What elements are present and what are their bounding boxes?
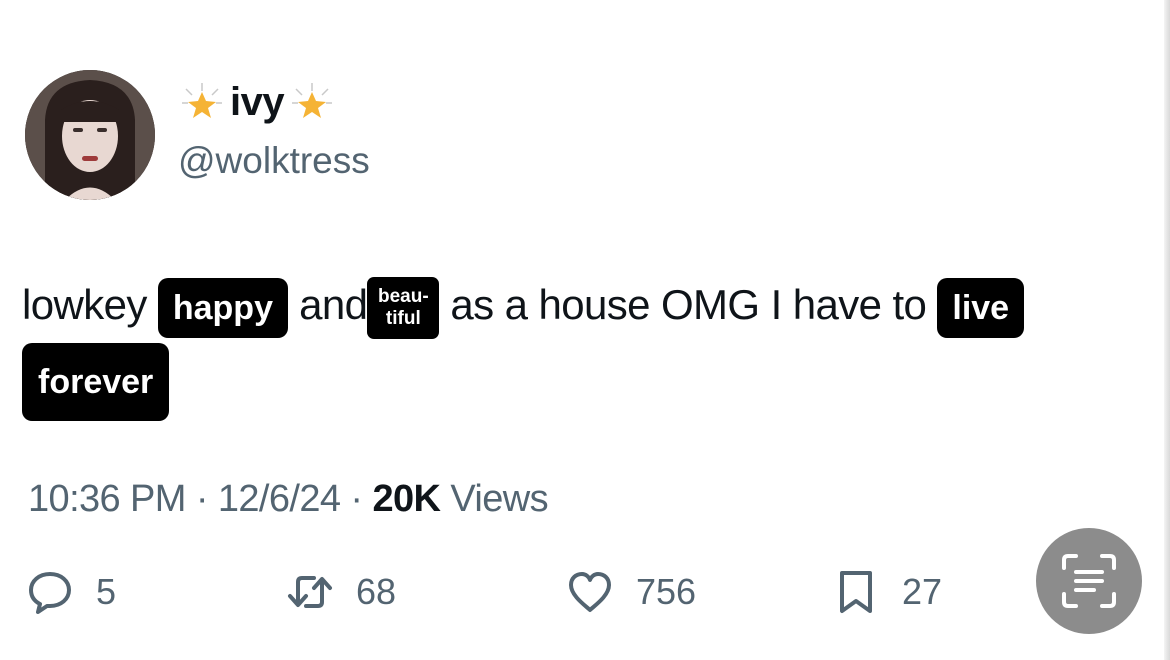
sticker-line: beau- <box>378 285 429 307</box>
sticker-line: tiful <box>385 307 421 329</box>
reply-count: 5 <box>96 571 117 612</box>
like-button[interactable]: 756 <box>566 568 696 616</box>
avatar[interactable] <box>25 70 155 200</box>
views-label: Views <box>450 478 549 520</box>
text-scan-button[interactable] <box>1036 528 1142 634</box>
author-name-row[interactable]: ivy <box>180 80 334 125</box>
reply-button[interactable]: 5 <box>26 568 116 616</box>
bookmark-button[interactable]: 27 <box>832 568 942 616</box>
reply-icon <box>29 572 71 614</box>
display-name[interactable]: ivy <box>230 80 285 125</box>
bookmark-count: 27 <box>902 571 943 612</box>
avatar-image <box>25 70 155 200</box>
separator: · <box>195 478 209 520</box>
separator: · <box>350 478 363 520</box>
tweet-time[interactable]: 10:36 PM <box>28 478 186 520</box>
bookmark-icon <box>840 571 872 613</box>
tweet-word: and <box>299 281 368 328</box>
text-sticker-forever: forever <box>22 342 170 421</box>
text-sticker-beautiful: beau-tiful <box>367 276 440 339</box>
repost-button[interactable]: 68 <box>286 568 396 616</box>
tweet-actions: 5 68 756 27 <box>0 560 1170 630</box>
author-handle[interactable]: @wolktress <box>178 140 370 182</box>
tweet-word: lowkey <box>22 281 147 328</box>
repost-count: 68 <box>356 571 397 612</box>
text-sticker-happy: happy <box>157 277 288 338</box>
tweet-text: lowkey happy and beau-tiful as a house OM… <box>22 268 1152 421</box>
text-sticker-live: live <box>937 277 1025 338</box>
like-count: 756 <box>636 571 697 612</box>
tweet-date[interactable]: 12/6/24 <box>218 478 341 520</box>
tweet-word: as a house OMG I have to <box>450 281 927 328</box>
like-icon <box>569 572 611 612</box>
repost-icon <box>288 576 332 608</box>
text-scan-icon <box>1062 554 1116 608</box>
star-icon <box>292 82 333 118</box>
views-count: 20K <box>372 478 441 520</box>
tweet-meta: 10:36 PM · 12/6/24 · 20K Views <box>28 478 549 521</box>
star-icon <box>182 82 222 118</box>
